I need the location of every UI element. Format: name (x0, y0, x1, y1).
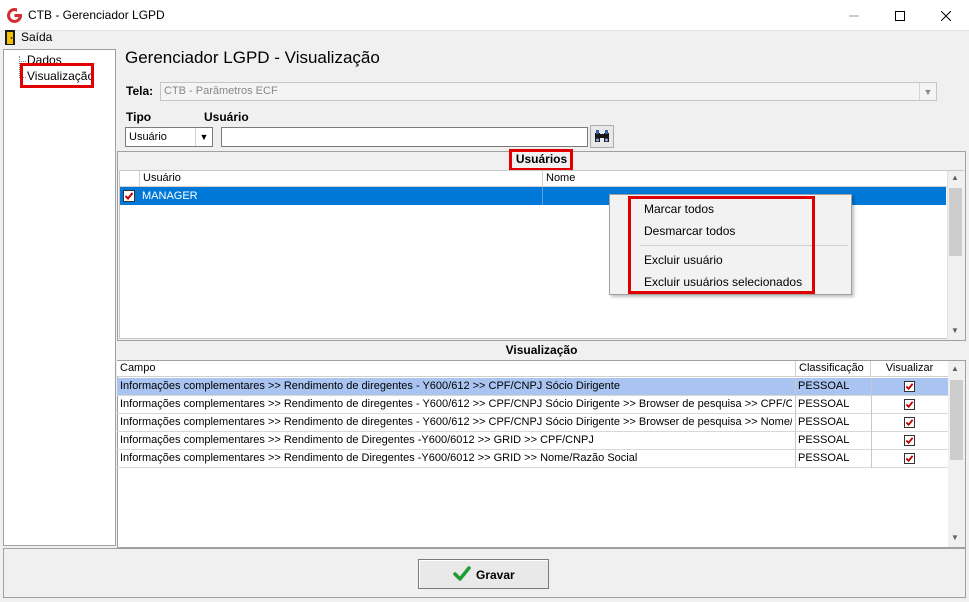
checkmark-icon (905, 401, 914, 409)
page-title: Gerenciador LGPD - Visualização (125, 48, 380, 67)
cell-divider (795, 378, 796, 396)
campo-cell: Informações complementares >> Rendimento… (120, 380, 620, 392)
close-button[interactable] (923, 0, 969, 31)
scroll-up-icon[interactable]: ▲ (951, 173, 959, 182)
scroll-down-icon[interactable]: ▼ (951, 326, 959, 335)
cell-divider (795, 450, 796, 468)
visualizar-checkbox[interactable] (904, 417, 915, 428)
column-header-usuario[interactable]: Usuário (140, 171, 543, 187)
column-header-classificacao[interactable]: Classificação (796, 361, 871, 377)
classificacao-cell: PESSOAL (798, 416, 850, 428)
usuario-input[interactable] (221, 127, 588, 147)
highlight-box (628, 196, 815, 294)
cell-divider (795, 396, 796, 414)
minimize-icon (849, 15, 859, 16)
checkmark-icon (124, 192, 134, 200)
scrollbar-thumb[interactable] (949, 188, 962, 256)
chevron-down-icon[interactable]: ▼ (195, 128, 212, 146)
user-cell: MANAGER (142, 190, 198, 202)
visualizar-checkbox[interactable] (904, 381, 915, 392)
classificacao-cell: PESSOAL (798, 452, 850, 464)
tela-select-value: CTB - Parâmetros ECF (164, 85, 278, 97)
tela-label: Tela: (126, 84, 154, 98)
cell-divider (795, 414, 796, 432)
campo-cell: Informações complementares >> Rendimento… (120, 452, 638, 464)
cell-divider (871, 396, 872, 414)
tree-connector (19, 61, 26, 62)
visualizacao-panel-title: Visualização (505, 343, 578, 357)
menu-bar (0, 31, 969, 47)
checkmark-icon (905, 437, 914, 445)
checkmark-icon (905, 383, 914, 391)
cell-divider (542, 187, 543, 205)
visualizar-checkbox[interactable] (904, 435, 915, 446)
classificacao-cell: PESSOAL (798, 398, 850, 410)
scroll-up-icon[interactable]: ▲ (951, 364, 959, 373)
checkmark-icon (905, 419, 914, 427)
cell-divider (871, 378, 872, 396)
maximize-icon (895, 10, 905, 21)
scroll-down-icon[interactable]: ▼ (951, 533, 959, 542)
save-button-label: Gravar (476, 568, 515, 582)
binoculars-search-icon (595, 130, 609, 142)
cell-divider (871, 450, 872, 468)
classificacao-cell: PESSOAL (798, 434, 850, 446)
checkmark-icon (453, 566, 471, 581)
visualizar-checkbox[interactable] (904, 399, 915, 410)
column-header-nome[interactable]: Nome (543, 171, 948, 187)
classificacao-cell: PESSOAL (798, 380, 850, 392)
row-checkbox[interactable] (123, 190, 135, 202)
window-title: CTB - Gerenciador LGPD (28, 8, 165, 22)
exit-door-icon[interactable] (5, 30, 15, 45)
exit-menu-item[interactable]: Saída (21, 30, 52, 44)
highlight-box (20, 63, 94, 88)
minimize-button[interactable] (831, 0, 877, 31)
highlight-box (509, 149, 573, 171)
visualizar-checkbox[interactable] (904, 453, 915, 464)
usuario-label: Usuário (204, 110, 249, 124)
column-header-check[interactable] (120, 171, 140, 187)
campo-cell: Informações complementares >> Rendimento… (120, 416, 792, 428)
cell-divider (795, 432, 796, 450)
tipo-label: Tipo (126, 110, 152, 124)
campo-cell: Informações complementares >> Rendimento… (120, 398, 792, 410)
tipo-select-value: Usuário (129, 131, 167, 143)
chevron-down-icon[interactable]: ▼ (919, 83, 936, 100)
campo-cell: Informações complementares >> Rendimento… (120, 434, 594, 446)
scrollbar-thumb[interactable] (950, 380, 963, 460)
navigation-tree (3, 49, 116, 546)
column-header-visualizar[interactable]: Visualizar (871, 361, 949, 377)
close-icon (941, 10, 951, 21)
column-header-campo[interactable]: Campo (117, 361, 796, 377)
checkmark-icon (905, 455, 914, 463)
search-user-button[interactable] (590, 125, 614, 148)
maximize-button[interactable] (877, 0, 923, 31)
app-logo-icon (7, 8, 22, 23)
cell-divider (871, 414, 872, 432)
cell-divider (871, 432, 872, 450)
